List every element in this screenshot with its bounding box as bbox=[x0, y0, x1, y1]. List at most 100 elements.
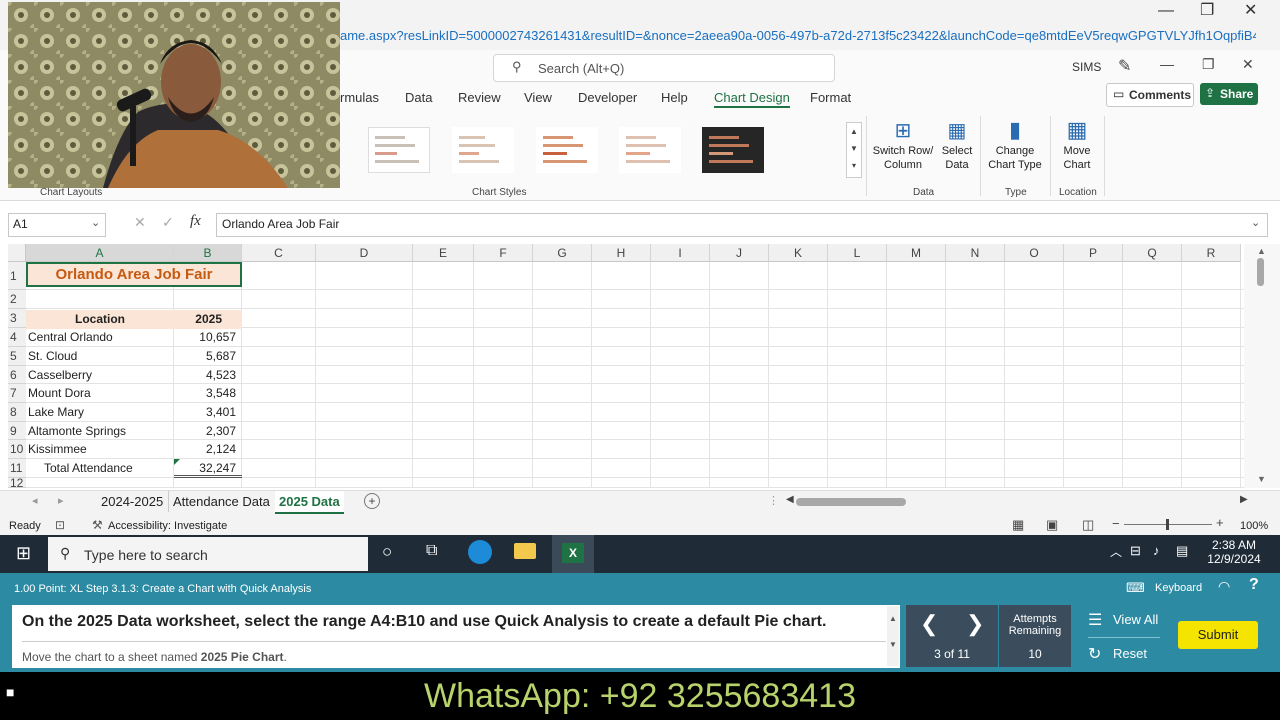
tab-developer[interactable]: Developer bbox=[578, 90, 637, 105]
row-header-5[interactable]: 5 bbox=[8, 347, 26, 366]
share-button[interactable]: ⇪ Share bbox=[1200, 83, 1258, 105]
task-view-icon[interactable]: ⧉ bbox=[426, 542, 437, 560]
app-close-button[interactable]: ✕ bbox=[1242, 56, 1254, 73]
location-cell[interactable]: Central Orlando bbox=[26, 328, 174, 347]
tray-chevron-icon[interactable]: ︿ bbox=[1110, 543, 1122, 560]
row-header-9[interactable]: 9 bbox=[8, 422, 26, 440]
column-header-a[interactable]: A bbox=[26, 244, 174, 262]
view-all-button[interactable]: View All bbox=[1113, 612, 1158, 627]
chart-style-1[interactable] bbox=[368, 127, 430, 173]
address-url[interactable]: ame.aspx?resLinkID=5000002743261431&resu… bbox=[340, 28, 1256, 43]
attendance-cell[interactable]: 5,687 bbox=[174, 347, 242, 366]
header-year[interactable]: 2025 bbox=[174, 310, 242, 329]
reset-icon[interactable]: ↻ bbox=[1088, 644, 1101, 664]
location-cell[interactable]: Lake Mary bbox=[26, 403, 174, 422]
volume-icon[interactable]: ♪ bbox=[1153, 543, 1160, 558]
location-cell[interactable]: Casselberry bbox=[26, 366, 174, 385]
zoom-out-button[interactable]: − bbox=[1112, 516, 1120, 531]
user-label[interactable]: SIMS bbox=[1072, 60, 1101, 74]
excel-taskbar-button[interactable]: X bbox=[552, 535, 594, 573]
app-minimize-button[interactable]: — bbox=[1160, 56, 1174, 72]
insert-function-icon[interactable]: fx bbox=[190, 213, 201, 230]
tab-help[interactable]: Help bbox=[661, 90, 688, 105]
zoom-in-button[interactable]: + bbox=[1216, 515, 1224, 530]
macro-icon[interactable]: ⊡ bbox=[55, 518, 65, 532]
view-all-icon[interactable]: ☰ bbox=[1088, 610, 1102, 630]
comments-button[interactable]: ▭ Comments bbox=[1106, 83, 1194, 107]
taskbar-search[interactable]: ⚲ Type here to search bbox=[48, 537, 368, 571]
attendance-cell[interactable]: 3,548 bbox=[174, 384, 242, 403]
cortana-icon[interactable]: ○ bbox=[382, 542, 392, 562]
tab-review[interactable]: Review bbox=[458, 90, 501, 105]
total-value[interactable]: 32,247 bbox=[174, 459, 242, 478]
change-chart-type-button[interactable]: ▮ Change Chart Type bbox=[984, 116, 1046, 172]
split-handle-icon[interactable]: ⋮ bbox=[768, 494, 779, 507]
title-cell[interactable]: Orlando Area Job Fair bbox=[26, 262, 242, 287]
name-box[interactable]: A1 ⌄ bbox=[8, 213, 106, 237]
scroll-right-icon[interactable]: ▶ bbox=[1240, 494, 1248, 505]
submit-button[interactable]: Submit bbox=[1178, 621, 1258, 649]
column-header-l[interactable]: L bbox=[828, 244, 887, 262]
sheet-tab-2024-2025[interactable]: 2024-2025 bbox=[97, 491, 167, 512]
row-header-7[interactable]: 7 bbox=[8, 384, 26, 403]
accessibility-icon[interactable]: ⚒ bbox=[92, 518, 103, 532]
pen-icon[interactable]: ✎ bbox=[1118, 56, 1131, 76]
add-sheet-button[interactable]: + bbox=[364, 493, 380, 509]
sheet-tab-2025-data[interactable]: 2025 Data bbox=[275, 491, 344, 514]
restore-button[interactable]: ❐ bbox=[1200, 0, 1214, 20]
windows-start-icon[interactable]: ⊞ bbox=[16, 543, 31, 564]
chart-style-4[interactable] bbox=[619, 127, 681, 173]
tab-formulas[interactable]: rmulas bbox=[340, 90, 379, 105]
location-cell[interactable]: Kissimmee bbox=[26, 440, 174, 459]
error-indicator-icon[interactable] bbox=[174, 459, 180, 465]
location-cell[interactable]: St. Cloud bbox=[26, 347, 174, 366]
close-button[interactable]: ✕ bbox=[1244, 0, 1257, 20]
minimize-button[interactable]: — bbox=[1158, 2, 1174, 20]
tab-format[interactable]: Format bbox=[810, 90, 851, 105]
move-chart-button[interactable]: ▦ Move Chart bbox=[1054, 116, 1100, 172]
attendance-cell[interactable]: 3,401 bbox=[174, 403, 242, 422]
zoom-level[interactable]: 100% bbox=[1240, 520, 1268, 532]
column-header-g[interactable]: G bbox=[533, 244, 592, 262]
row-header-12[interactable]: 12 bbox=[8, 477, 26, 489]
cancel-entry-icon[interactable]: ✕ bbox=[134, 214, 146, 231]
scroll-down-icon[interactable]: ▼ bbox=[1257, 474, 1266, 484]
row-header-6[interactable]: 6 bbox=[8, 366, 26, 384]
search-box[interactable]: ⚲ Search (Alt+Q) bbox=[493, 54, 835, 82]
chart-style-2[interactable] bbox=[452, 127, 514, 173]
chart-style-5[interactable] bbox=[702, 127, 764, 173]
column-header-r[interactable]: R bbox=[1182, 244, 1241, 262]
vertical-scroll-thumb[interactable] bbox=[1257, 258, 1264, 286]
row-header-4[interactable]: 4 bbox=[8, 328, 26, 347]
prev-sheet-icon[interactable]: ◂ bbox=[32, 494, 38, 507]
zoom-slider-thumb[interactable] bbox=[1166, 519, 1169, 530]
column-header-m[interactable]: M bbox=[887, 244, 946, 262]
attendance-cell[interactable]: 4,523 bbox=[174, 366, 242, 385]
scroll-left-icon[interactable]: ◀ bbox=[786, 494, 794, 505]
column-header-i[interactable]: I bbox=[651, 244, 710, 262]
tab-data[interactable]: Data bbox=[405, 90, 432, 105]
next-sheet-icon[interactable]: ▸ bbox=[58, 494, 64, 507]
column-header-f[interactable]: F bbox=[474, 244, 533, 262]
column-header-j[interactable]: J bbox=[710, 244, 769, 262]
tab-view[interactable]: View bbox=[524, 90, 552, 105]
column-header-n[interactable]: N bbox=[946, 244, 1005, 262]
confirm-entry-icon[interactable]: ✓ bbox=[162, 214, 174, 231]
chart-style-3[interactable] bbox=[536, 127, 598, 173]
formula-input[interactable]: Orlando Area Job Fair ⌄ bbox=[216, 213, 1268, 237]
row-header-3[interactable]: 3 bbox=[8, 309, 26, 328]
header-location[interactable]: Location bbox=[26, 310, 174, 329]
page-break-icon[interactable]: ◫ bbox=[1082, 517, 1094, 533]
normal-view-icon[interactable]: ▦ bbox=[1012, 517, 1024, 533]
switch-row-column-button[interactable]: ⊞ Switch Row/ Column bbox=[868, 118, 938, 172]
edge-icon[interactable] bbox=[468, 540, 492, 564]
row-header-1[interactable]: 1 bbox=[8, 262, 26, 290]
column-header-d[interactable]: D bbox=[316, 244, 413, 262]
sheet-tab-attendance-data[interactable]: Attendance Data bbox=[168, 491, 274, 512]
keyboard-label[interactable]: Keyboard bbox=[1155, 582, 1202, 594]
reset-button[interactable]: Reset bbox=[1113, 646, 1147, 661]
location-cell[interactable]: Mount Dora bbox=[26, 384, 174, 403]
accessibility-status[interactable]: Accessibility: Investigate bbox=[108, 520, 227, 532]
location-cell[interactable]: Altamonte Springs bbox=[26, 422, 174, 441]
select-data-button[interactable]: ▦ Select Data bbox=[938, 118, 976, 172]
